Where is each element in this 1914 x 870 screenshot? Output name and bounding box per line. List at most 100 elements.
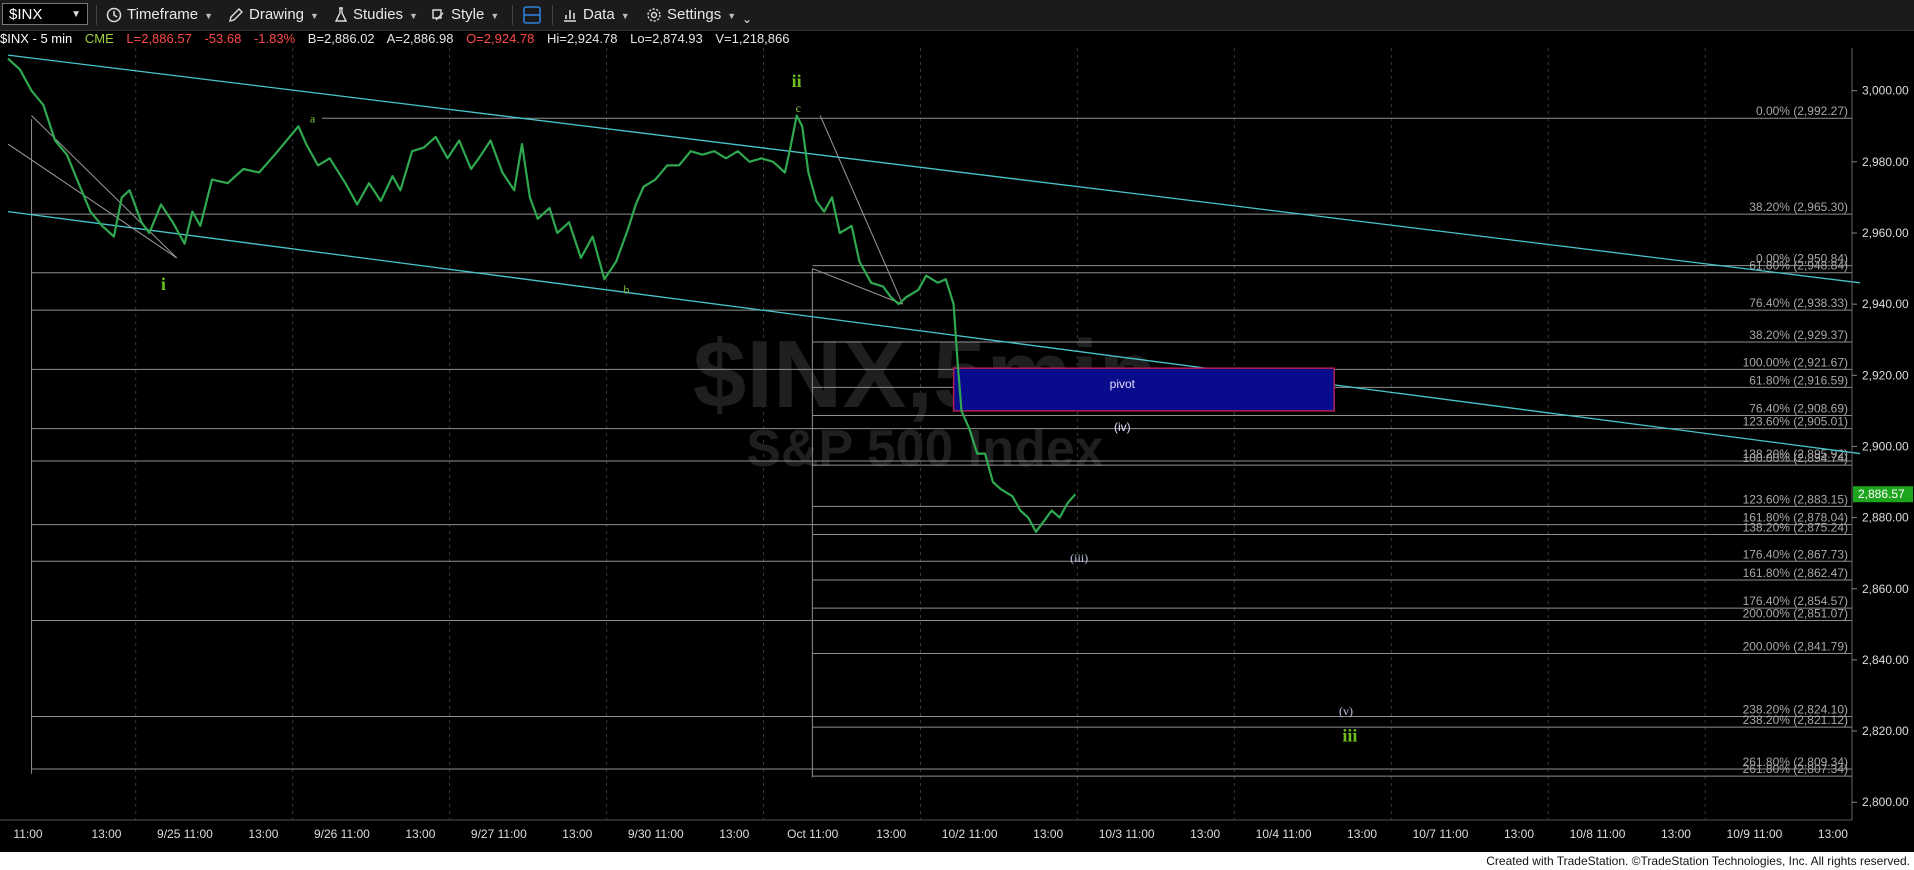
info-bid: B=2,886.02 [307,31,375,46]
symbol-selector[interactable]: $INX ▼ [2,3,88,25]
studies-label: Studies [353,6,404,23]
info-symbol: $INX - 5 min [0,31,73,46]
info-ask: A=2,886.98 [386,31,454,46]
data-menu[interactable]: Data ▼ [562,0,630,30]
settings-menu[interactable]: Settings ▼ [646,0,736,30]
caret-down-icon: ▼ [490,11,500,21]
time-tick-label: 10/3 11:00 [1099,827,1155,841]
studies-menu[interactable]: Studies ▼ [334,0,418,30]
info-change: -53.68 [204,31,242,46]
data-label: Data [583,6,615,23]
wave-label-c: c [796,101,801,115]
pencil-icon [229,8,243,22]
last-price-label: 2,886.57 [1858,487,1905,501]
time-tick-label: 13:00 [562,827,592,841]
style-menu[interactable]: Style ▼ [430,0,499,30]
time-tick-label: 13:00 [405,827,435,841]
caret-down-icon: ▼ [310,11,319,21]
time-axis[interactable]: 11:00 13:00 9/25 11:00 13:00 9/26 11:00 13:00… [0,819,1852,841]
chevron-down-icon: ▼ [71,9,81,20]
wave-label-v: (v) [1339,704,1353,718]
pivot-label: pivot [1110,377,1136,391]
time-tick-label: 10/4 11:00 [1256,827,1312,841]
info-low: Lo=2,874.93 [630,31,703,46]
timeframe-menu[interactable]: Timeframe ▼ [106,0,213,30]
fib-label: 238.20% (2,821.12) [1743,713,1848,727]
layout-icon [523,6,541,24]
time-tick-label: 13:00 [876,827,906,841]
caret-down-icon: ▼ [204,11,214,21]
fib-label: 38.20% (2,965.30) [1749,200,1848,214]
drawing-menu[interactable]: Drawing ▼ [228,0,319,30]
fib-label: 61.80% (2,916.59) [1749,373,1848,387]
fib-label: 138.20% (2,875.24) [1743,521,1848,535]
time-tick-label: 10/9 11:00 [1727,827,1783,841]
fib-label: 261.80% (2,807.34) [1743,762,1848,776]
price-axis[interactable]: 3,000.00 2,980.00 2,960.00 2,940.00 2,920.00… [1851,48,1913,820]
time-tick-label: 13:00 [1190,827,1220,841]
time-tick-label: 9/27 11:00 [471,827,527,841]
fib-label: 100.00% (2,921.67) [1743,355,1848,369]
info-exchange: CME [84,31,114,46]
time-tick-label: 13:00 [1661,827,1691,841]
fib-label: 38.20% (2,929.37) [1749,328,1848,342]
timeframe-label: Timeframe [127,6,199,23]
caret-down-icon: ▼ [620,11,630,21]
info-high: Hi=2,924.78 [547,31,618,46]
clock-icon [106,7,122,23]
fib-label: 123.60% (2,905.01) [1743,415,1848,429]
flask-icon [334,7,348,22]
time-tick-label: 9/30 11:00 [628,827,684,841]
time-tick-label: 13:00 [91,827,121,841]
time-tick-label: 13:00 [719,827,749,841]
price-tick-label: 2,800.00 [1862,795,1909,809]
wave-label-b: b [623,282,629,296]
style-icon [432,9,444,21]
trendline [7,54,1861,284]
price-tick-label: 2,940.00 [1862,297,1909,311]
footer: Created with TradeStation. ©TradeStation… [0,852,1914,870]
time-tick-label: 13:00 [1818,827,1848,841]
price-tick-label: 2,980.00 [1862,155,1909,169]
time-tick-label: 9/25 11:00 [157,827,213,841]
copyright-text: Created with TradeStation. ©TradeStation… [1486,854,1910,868]
info-change-pct: -1.83% [253,31,296,46]
style-label: Style [451,6,485,23]
wave-label-iii: (iii) [1070,551,1088,565]
price-tick-label: 2,960.00 [1862,226,1909,240]
time-tick-label: 13:00 [1504,827,1534,841]
price-tick-label: 2,820.00 [1862,724,1909,738]
fib-label: 76.40% (2,938.33) [1749,296,1848,310]
fib-label: 200.00% (2,851.07) [1743,607,1848,621]
price-tick-label: 2,920.00 [1862,368,1909,382]
fib-label: 123.60% (2,883.15) [1743,492,1848,506]
toolbar: $INX ▼ Timeframe ▼ Drawing ▼ Studies ▼ Styl… [0,0,1914,31]
fib-label: 161.80% (2,862.47) [1743,566,1848,580]
fib-label: 76.40% (2,908.69) [1749,402,1848,416]
info-open: O=2,924.78 [466,31,535,46]
time-tick-label: 10/8 11:00 [1570,827,1626,841]
trendline [7,143,178,259]
time-tick-label: 11:00 [13,827,42,841]
fib-label: 0.00% (2,992.27) [1756,104,1848,118]
caret-down-icon: ▼ [727,11,737,21]
layout-button[interactable] [522,0,542,30]
pivot-label: (iv) [1114,420,1131,434]
toolbar-divider [96,5,97,25]
info-last: L=2,886.57 [126,31,192,46]
trendline [819,115,904,305]
info-volume: V=1,218,866 [715,31,790,46]
time-tick-label: 13:00 [1033,827,1063,841]
price-tick-label: 2,840.00 [1862,653,1909,667]
wave-label-iii: iii [1342,726,1357,746]
price-chart[interactable]: $INX,5min S&P 500 Index 0.00% (2,992.27)… [0,48,1914,852]
price-tick-label: 2,860.00 [1862,582,1909,596]
caret-down-icon: ▼ [409,11,418,21]
drawing-label: Drawing [249,6,305,23]
wave-label-a: a [310,112,316,126]
price-tick-label: 2,880.00 [1862,511,1909,525]
fib-label: 200.00% (2,841.79) [1743,640,1848,654]
time-tick-label: 13:00 [248,827,278,841]
wave-label-i: i [161,274,166,294]
fib-label: 100.00% (2,894.74) [1743,451,1848,465]
